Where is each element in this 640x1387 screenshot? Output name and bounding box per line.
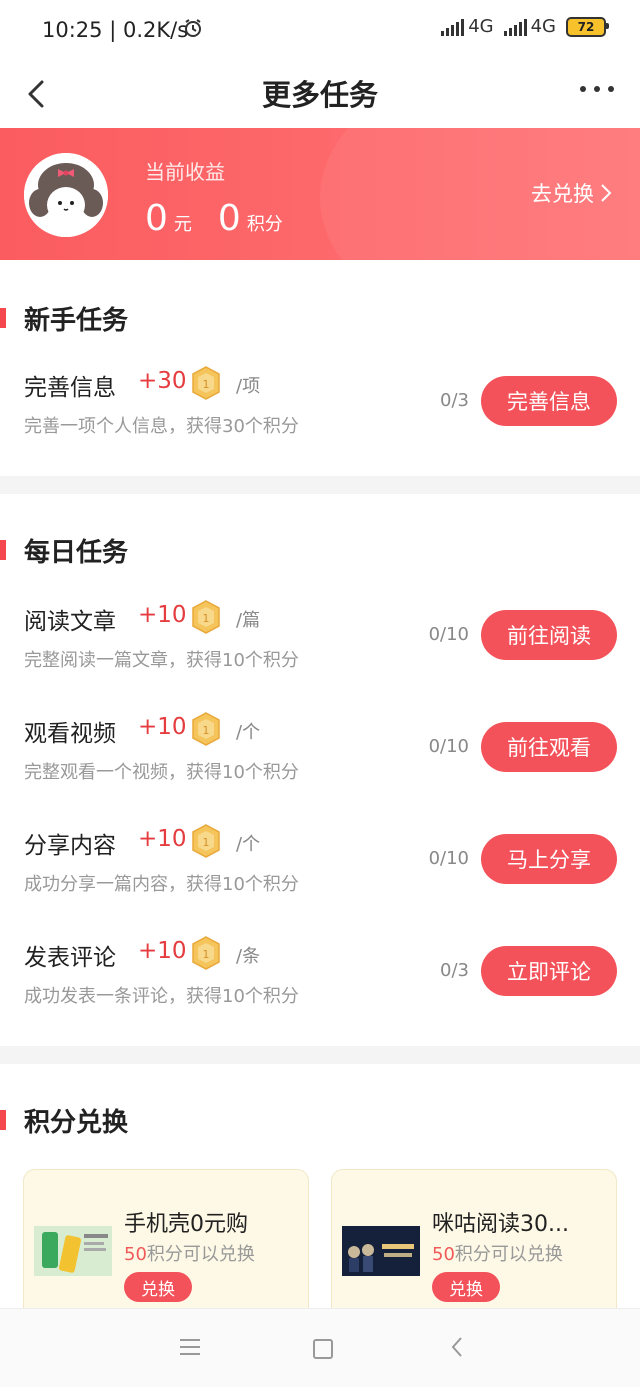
yuan-unit: 元	[173, 214, 192, 235]
exchange-card[interactable]: 咪咕阅读30... 50积分可以兑换 兑换	[331, 1169, 617, 1331]
go-watch-button[interactable]: 前往观看	[481, 722, 617, 772]
phone-case-product-image	[34, 1226, 112, 1276]
system-nav-bar	[0, 1308, 640, 1387]
section-title: 新手任务	[24, 306, 129, 336]
task-progress: 0/10	[428, 848, 469, 869]
back-icon[interactable]	[450, 1336, 464, 1358]
task-description: 完整阅读一篇文章，获得10个积分	[24, 650, 299, 671]
task-progress: 0/10	[428, 736, 469, 757]
signal-icon	[503, 18, 527, 36]
daily-tasks-section: 每日任务 阅读文章 +10 1 /篇 完整阅读一篇文章，获得10个积分 0/10…	[0, 494, 640, 1046]
exchange-button[interactable]: 兑换	[432, 1272, 500, 1302]
alarm-icon	[185, 19, 201, 37]
task-name: 发表评论	[24, 945, 116, 971]
exchange-button[interactable]: 兑换	[124, 1272, 192, 1302]
coin-icon: 1	[192, 824, 220, 858]
battery-icon: 72	[566, 16, 609, 37]
section-marker	[0, 1110, 6, 1130]
task-row: 阅读文章 +10 1 /篇 完整阅读一篇文章，获得10个积分 0/10 前往阅读	[0, 600, 640, 702]
card-subtitle: 50积分可以兑换	[124, 1244, 255, 1265]
task-unit: /项	[236, 376, 261, 397]
section-title: 积分兑换	[24, 1108, 129, 1138]
task-row: 观看视频 +10 1 /个 完整观看一个视频，获得10个积分 0/10 前往观看	[0, 712, 640, 814]
chevron-right-icon	[601, 184, 612, 202]
go-exchange-link[interactable]: 去兑换	[531, 178, 612, 208]
go-read-button[interactable]: 前往阅读	[481, 610, 617, 660]
task-name: 阅读文章	[24, 609, 116, 635]
task-name: 分享内容	[24, 833, 116, 859]
section-marker	[0, 308, 6, 328]
task-description: 成功分享一篇内容，获得10个积分	[24, 874, 299, 895]
coin-icon: 1	[192, 712, 220, 746]
card-title: 咪咕阅读30...	[432, 1212, 569, 1237]
task-unit: /个	[236, 834, 261, 855]
menu-icon[interactable]	[180, 1339, 200, 1360]
task-points: +10	[138, 714, 187, 740]
svg-text:1: 1	[203, 948, 210, 961]
task-name: 观看视频	[24, 721, 116, 747]
comment-now-button[interactable]: 立即评论	[481, 946, 617, 996]
task-progress: 0/3	[440, 960, 469, 981]
earnings-values: 0 元 0 积分	[145, 198, 309, 239]
newbie-tasks-section: 新手任务 完善信息 +30 1 /项 完善一项个人信息，获得30个积分 0/3 …	[0, 260, 640, 476]
task-row: 发表评论 +10 1 /条 成功发表一条评论，获得10个积分 0/3 立即评论	[0, 936, 640, 1038]
status-time: 10:25 | 0.2K/s	[42, 18, 189, 42]
task-name: 完善信息	[24, 375, 116, 401]
status-bar: 10:25 | 0.2K/s 4G 4G 72	[0, 0, 640, 62]
home-icon[interactable]	[313, 1339, 333, 1359]
task-points: +30	[138, 368, 187, 394]
svg-text:1: 1	[203, 612, 210, 625]
yuan-value: 0	[145, 198, 168, 239]
earnings-label: 当前收益	[145, 160, 225, 184]
task-progress: 0/10	[428, 624, 469, 645]
points-value: 0	[217, 198, 241, 239]
network-label: 4G	[530, 16, 556, 37]
coin-icon: 1	[192, 936, 220, 970]
task-points: +10	[138, 826, 187, 852]
svg-text:1: 1	[203, 724, 210, 737]
card-subtitle: 50积分可以兑换	[432, 1244, 563, 1265]
task-points: +10	[138, 602, 187, 628]
task-description: 成功发表一条评论，获得10个积分	[24, 986, 299, 1007]
share-now-button[interactable]: 马上分享	[481, 834, 617, 884]
points-unit: 积分	[246, 214, 283, 235]
svg-text:1: 1	[203, 378, 210, 391]
task-row: 分享内容 +10 1 /个 成功分享一篇内容，获得10个积分 0/10 马上分享	[0, 824, 640, 926]
task-description: 完整观看一个视频，获得10个积分	[24, 762, 299, 783]
section-marker	[0, 540, 6, 560]
card-title: 手机壳0元购	[124, 1212, 248, 1237]
network-label: 4G	[468, 16, 494, 37]
earnings-banner: 当前收益 0 元 0 积分 去兑换	[0, 128, 640, 260]
more-options-icon[interactable]	[580, 86, 614, 92]
go-exchange-label: 去兑换	[531, 182, 594, 206]
task-progress: 0/3	[440, 390, 469, 411]
task-description: 完善一项个人信息，获得30个积分	[24, 416, 299, 437]
task-unit: /条	[236, 946, 261, 967]
migu-reading-product-image	[342, 1226, 420, 1276]
coin-icon: 1	[192, 366, 220, 400]
task-unit: /篇	[236, 610, 261, 631]
avatar[interactable]	[24, 153, 108, 237]
signal-icon	[441, 18, 465, 36]
coin-icon: 1	[192, 600, 220, 634]
section-title: 每日任务	[24, 538, 129, 568]
exchange-card[interactable]: 手机壳0元购 50积分可以兑换 兑换	[23, 1169, 309, 1331]
complete-info-button[interactable]: 完善信息	[481, 376, 617, 426]
task-points: +10	[138, 938, 187, 964]
task-unit: /个	[236, 722, 261, 743]
task-row: 完善信息 +30 1 /项 完善一项个人信息，获得30个积分 0/3 完善信息	[0, 366, 640, 468]
svg-text:1: 1	[203, 836, 210, 849]
nav-bar: 更多任务	[0, 62, 640, 128]
avatar-illustration-icon	[24, 153, 108, 237]
page-title: 更多任务	[261, 78, 378, 112]
